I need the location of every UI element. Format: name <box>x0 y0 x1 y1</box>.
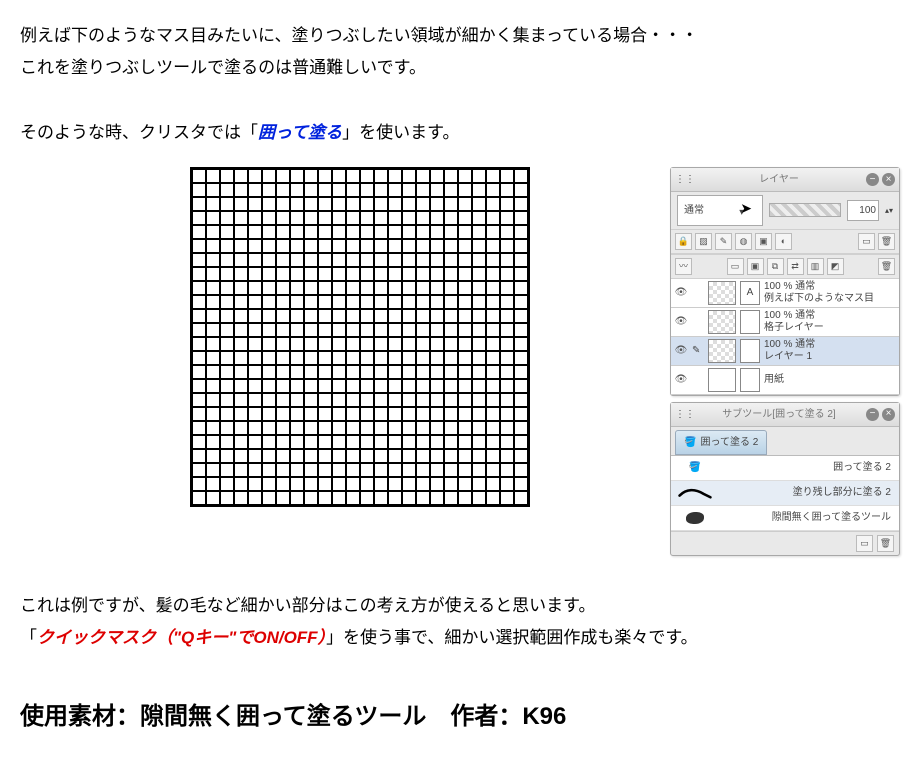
highlight-quickmask: クイックマスク（"Qキー"でON/OFF） <box>37 628 326 647</box>
visibility-icon[interactable]: 👁 <box>674 370 688 389</box>
paragraph-3: これは例ですが、髪の毛など細かい部分はこの考え方が使えると思います。 <box>20 590 900 622</box>
visibility-icon[interactable]: 👁 <box>674 283 688 302</box>
lock-alpha-icon[interactable]: ▨ <box>695 233 712 250</box>
subtool-item[interactable]: 隙間無く囲って塗るツール <box>671 506 899 531</box>
new-layer-icon[interactable]: ▭ <box>727 258 744 275</box>
brush-swoosh-icon <box>675 483 715 503</box>
lock-icon[interactable]: 🔒 <box>675 233 692 250</box>
highlight-enclose-fill: 囲って塗る <box>258 123 342 142</box>
layer-row[interactable]: 👁 用紙 <box>671 366 899 395</box>
pen-icon[interactable]: ✎ <box>715 233 732 250</box>
blend-mode-select[interactable]: 通常 ▾➤ <box>677 195 763 226</box>
layer-subthumbnail <box>740 368 760 392</box>
bucket-icon: 🪣 <box>675 458 715 478</box>
cursor-icon: ➤ <box>740 195 752 222</box>
trash2-icon[interactable]: 🗑 <box>878 258 895 275</box>
document-body: 例えば下のようなマス目みたいに、塗りつぶしたい領域が細かく集まっている場合・・・… <box>20 20 900 740</box>
subtool-panel-titlebar[interactable]: ⋮⋮ サブツール[囲って塗る 2] − × <box>671 403 899 427</box>
example-grid <box>190 167 530 507</box>
bucket-icon: 🪣 <box>684 433 696 452</box>
merge-icon[interactable]: ▥ <box>807 258 824 275</box>
layer-lock-row: 🔒 ▨ ✎ ◍ ▣ ◐ ▭ 🗑 <box>671 229 899 254</box>
layer-thumbnail <box>708 310 736 334</box>
subtool-tab[interactable]: 🪣 囲って塗る 2 <box>675 430 767 455</box>
layer-row[interactable]: 👁 A 100 % 通常 例えば下のようなマス目 <box>671 279 899 308</box>
clip-icon[interactable]: ▣ <box>755 233 772 250</box>
layer-list: 👁 A 100 % 通常 例えば下のようなマス目 👁 <box>671 279 899 395</box>
layer-row[interactable]: 👁 ✎ 100 % 通常 レイヤー 1 <box>671 337 899 366</box>
layer-panel-titlebar[interactable]: ⋮⋮ レイヤー − × <box>671 168 899 192</box>
copy-layer-icon[interactable]: ⧉ <box>767 258 784 275</box>
layer-thumbnail <box>708 281 736 305</box>
trash-icon[interactable]: 🗑 <box>877 535 894 552</box>
credit-line: 使用素材：隙間無く囲って塗るツール 作者：K96 <box>20 694 900 740</box>
adjust-icon[interactable]: ◩ <box>827 258 844 275</box>
subtool-item[interactable]: 塗り残し部分に塗る 2 <box>671 481 899 506</box>
transfer-icon[interactable]: ⇄ <box>787 258 804 275</box>
grip-icon: ⋮⋮ <box>675 405 695 424</box>
layer-action-row: 〰 ▭ ▣ ⧉ ⇄ ▥ ◩ 🗑 <box>671 254 899 279</box>
minimize-icon[interactable]: − <box>866 408 879 421</box>
layer-subthumbnail: A <box>740 281 760 305</box>
subtool-item[interactable]: 🪣 囲って塗る 2 <box>671 456 899 481</box>
opacity-stepper-icon[interactable]: ▴▾ <box>885 203 893 218</box>
new-folder-icon[interactable]: ▣ <box>747 258 764 275</box>
paragraph-4: 「クイックマスク（"Qキー"でON/OFF）」を使う事で、細かい選択範囲作成も楽… <box>20 622 900 654</box>
close-icon[interactable]: × <box>882 173 895 186</box>
subtool-list: 🪣 囲って塗る 2 塗り残し部分に塗る 2 隙間無く囲って塗るツール <box>671 455 899 531</box>
layer-thumbnail <box>708 368 736 392</box>
layer-thumbnail <box>708 339 736 363</box>
layer-subthumbnail <box>740 339 760 363</box>
visibility-icon[interactable]: 👁 <box>674 341 688 360</box>
misc-icon[interactable]: ▭ <box>858 233 875 250</box>
grip-icon: ⋮⋮ <box>675 170 695 189</box>
opacity-value[interactable]: 100 <box>847 200 879 221</box>
layer-row[interactable]: 👁 100 % 通常 格子レイヤー <box>671 308 899 337</box>
subtool-panel-title: サブツール[囲って塗る 2] <box>695 405 863 424</box>
ref-icon[interactable]: ◐ <box>775 233 792 250</box>
visibility-icon[interactable]: 👁 <box>674 312 688 331</box>
drop-icon[interactable]: ◍ <box>735 233 752 250</box>
new-subtool-icon[interactable]: ▭ <box>856 535 873 552</box>
layer-panel: ⋮⋮ レイヤー − × 通常 ▾➤ 100 ▴▾ 🔒 ▨ <box>670 167 900 396</box>
close-icon[interactable]: × <box>882 408 895 421</box>
pen-mark-icon: ✎ <box>692 341 704 360</box>
layer-subthumbnail <box>740 310 760 334</box>
chevron-down-icon: ▾➤ <box>739 197 756 224</box>
paragraph-2: そのような時、クリスタでは「囲って塗る」を使います。 <box>20 117 900 149</box>
blob-icon <box>675 508 715 528</box>
minimize-icon[interactable]: − <box>866 173 879 186</box>
trash-icon[interactable]: 🗑 <box>878 233 895 250</box>
paragraph-1: 例えば下のようなマス目みたいに、塗りつぶしたい領域が細かく集まっている場合・・・… <box>20 20 900 85</box>
wavy-icon[interactable]: 〰 <box>675 258 692 275</box>
layer-panel-title: レイヤー <box>695 170 863 189</box>
opacity-slider[interactable] <box>769 203 841 217</box>
subtool-panel: ⋮⋮ サブツール[囲って塗る 2] − × 🪣 囲って塗る 2 🪣 囲って塗る … <box>670 402 900 556</box>
